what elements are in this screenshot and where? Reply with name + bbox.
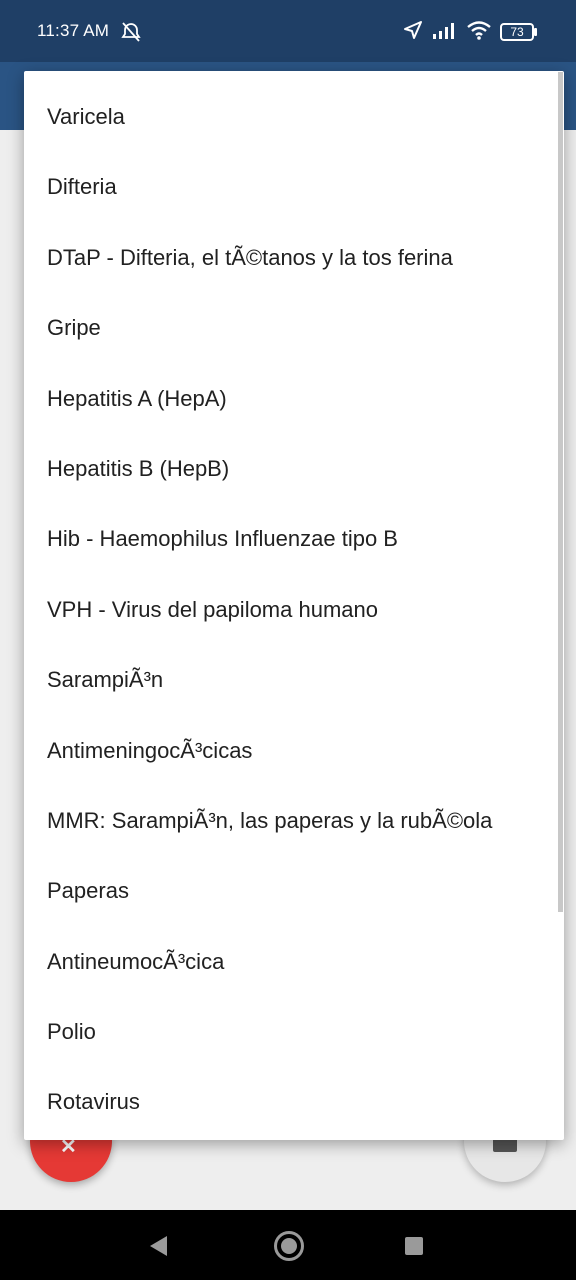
wifi-icon bbox=[466, 19, 492, 46]
back-icon[interactable] bbox=[150, 1236, 167, 1256]
camera-icon bbox=[493, 1138, 517, 1152]
dropdown-item-difteria[interactable]: Difteria bbox=[24, 152, 564, 222]
battery-icon: 73 bbox=[500, 23, 537, 41]
dropdown-item-antineumococica[interactable]: AntineumocÃ³cica bbox=[24, 927, 564, 997]
status-time: 11:37 AM bbox=[37, 21, 110, 40]
home-icon[interactable] bbox=[274, 1231, 304, 1261]
dropdown-item-antimeningococicas[interactable]: AntimeningocÃ³cicas bbox=[24, 716, 564, 786]
dropdown-item-gripe[interactable]: Gripe bbox=[24, 293, 564, 363]
dropdown-item-hepatitis-b[interactable]: Hepatitis B (HepB) bbox=[24, 434, 564, 504]
signal-icon bbox=[432, 20, 458, 45]
dropdown-scrollbar[interactable] bbox=[558, 72, 563, 912]
dropdown-item-paperas[interactable]: Paperas bbox=[24, 856, 564, 926]
dropdown-item-hib[interactable]: Hib - Haemophilus Influenzae tipo B bbox=[24, 504, 564, 574]
alarm-off-icon bbox=[120, 21, 142, 48]
location-arrow-icon bbox=[402, 19, 424, 46]
dropdown-item-rotavirus[interactable]: Rotavirus bbox=[24, 1067, 564, 1137]
status-bar: 11:37 AM 73 bbox=[0, 0, 576, 62]
dropdown-item-varicela[interactable]: Varicela bbox=[24, 82, 564, 152]
dropdown-item-hepatitis-a[interactable]: Hepatitis A (HepA) bbox=[24, 364, 564, 434]
battery-level: 73 bbox=[510, 25, 524, 39]
dropdown-item-mmr[interactable]: MMR: SarampiÃ³n, las paperas y la rubÃ©o… bbox=[24, 786, 564, 856]
vaccine-dropdown-menu: Varicela Difteria DTaP - Difteria, el tÃ… bbox=[24, 71, 564, 1140]
dropdown-item-vph[interactable]: VPH - Virus del papiloma humano bbox=[24, 575, 564, 645]
dropdown-item-dtap[interactable]: DTaP - Difteria, el tÃ©tanos y la tos fe… bbox=[24, 223, 564, 293]
dropdown-item-polio[interactable]: Polio bbox=[24, 997, 564, 1067]
recents-icon[interactable] bbox=[405, 1237, 423, 1255]
dropdown-item-sarampion[interactable]: SarampiÃ³n bbox=[24, 645, 564, 715]
